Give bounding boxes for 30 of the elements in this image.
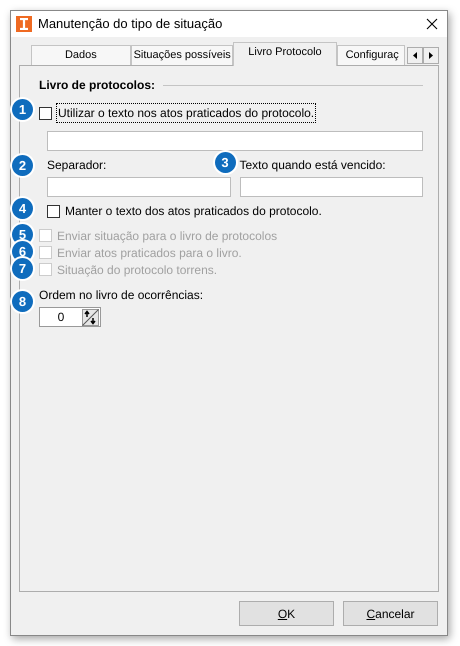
window-title: Manutenção do tipo de situação [38, 15, 224, 34]
scroll-right-icon[interactable] [423, 47, 440, 64]
field-label: Texto quando está vencido: [240, 157, 387, 174]
number-spinner[interactable]: 0 [39, 307, 101, 327]
text-field[interactable] [47, 131, 423, 151]
step-marker: 4 [12, 198, 33, 219]
scroll-left-icon[interactable] [407, 47, 424, 64]
app-logo-icon [16, 16, 32, 32]
checkbox[interactable] [47, 204, 60, 218]
step-marker: 2 [12, 155, 33, 176]
field-label: Separador: [47, 157, 106, 174]
step-marker: 8 [12, 291, 33, 312]
step-marker: 7 [12, 258, 33, 279]
checkbox-label[interactable]: Utilizar o texto nos atos praticados do protocolo. [56, 103, 316, 123]
dialog-button[interactable]: Cancelar [343, 601, 438, 626]
checkbox[interactable] [39, 106, 52, 120]
tab[interactable]: Livro Protocolo [233, 42, 337, 66]
field-label: Ordem no livro de ocorrências: [39, 287, 204, 304]
tab[interactable]: Situações possíveis [131, 45, 234, 65]
dialog-button[interactable]: OK [239, 601, 334, 626]
checkbox-label[interactable]: Manter o texto dos atos praticados do protocolo. [65, 202, 322, 220]
separator-field[interactable] [47, 177, 230, 197]
spin-arrows-icon[interactable] [82, 308, 99, 326]
step-marker: 3 [214, 152, 236, 173]
step-marker: 1 [12, 99, 33, 120]
section-title: Livro de protocolos: [39, 77, 156, 94]
close-icon[interactable] [426, 18, 438, 30]
tab[interactable]: Configuraç [336, 45, 406, 65]
expired-text-field[interactable] [240, 177, 423, 197]
tab[interactable]: Dados [30, 45, 132, 65]
